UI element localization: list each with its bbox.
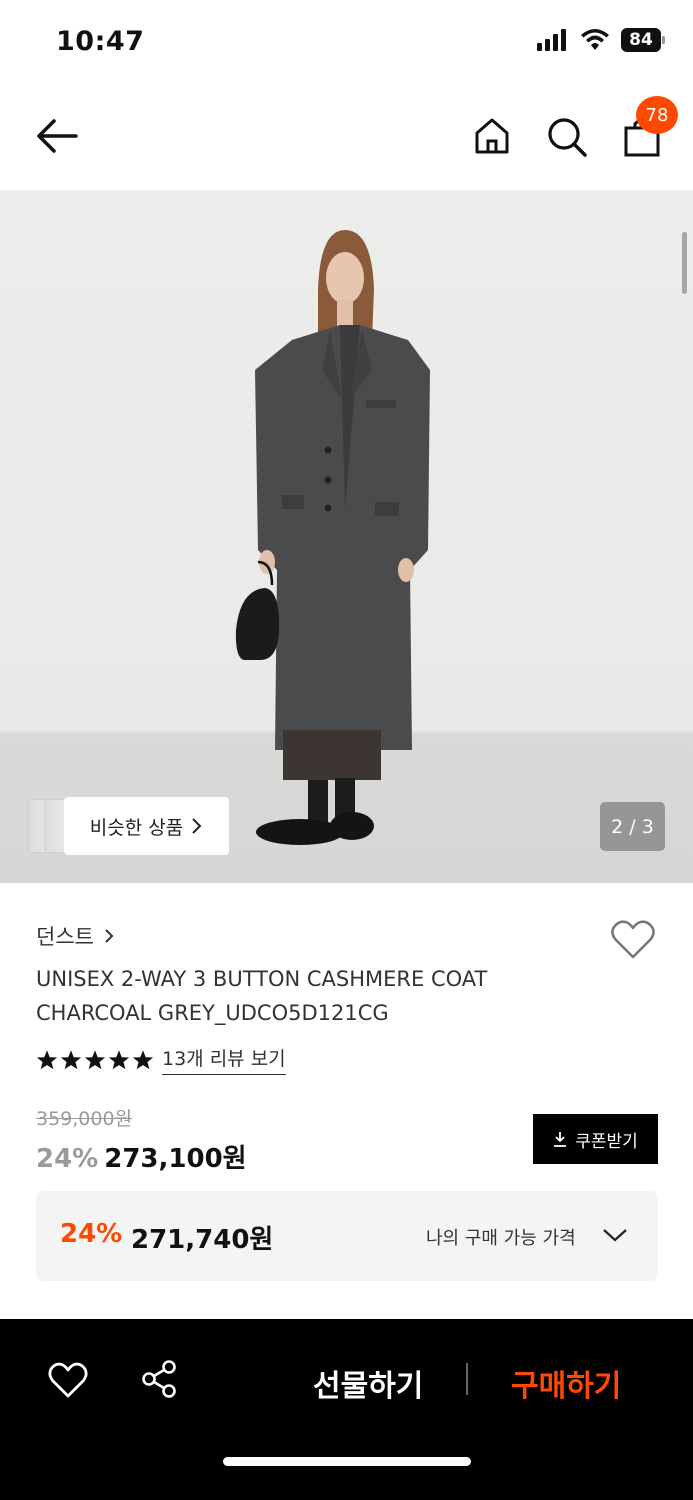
heart-outline-icon[interactable] — [610, 918, 656, 960]
similar-label: 비슷한 상품 — [89, 816, 184, 839]
star-icon — [108, 1049, 130, 1069]
product-title: UNISEX 2-WAY 3 BUTTON CASHMERE COAT CHAR… — [36, 962, 596, 1030]
divider — [466, 1363, 468, 1395]
original-price: 359,000원 — [36, 1108, 133, 1130]
similar-products-button[interactable]: 비슷한 상품 — [28, 797, 229, 855]
product-title-line2: CHARCOAL GREY_UDCO5D121CG — [36, 1001, 389, 1025]
price-row: 24% 273,100원 — [36, 1138, 247, 1175]
product-image[interactable] — [0, 190, 693, 883]
status-icons: 84 — [537, 28, 665, 52]
star-icon — [84, 1049, 106, 1069]
heart-outline-icon[interactable] — [48, 1361, 88, 1399]
wifi-icon — [581, 29, 609, 50]
battery-icon: 84 — [621, 28, 665, 52]
status-time: 10:47 — [56, 26, 145, 57]
coupon-download-button[interactable]: 쿠폰받기 — [533, 1114, 658, 1164]
search-icon[interactable] — [546, 116, 588, 158]
download-icon — [554, 1132, 567, 1147]
home-indicator — [223, 1457, 471, 1466]
product-title-line1: UNISEX 2-WAY 3 BUTTON CASHMERE COAT — [36, 967, 488, 991]
buy-button[interactable]: 구매하기 — [511, 1361, 621, 1405]
discount-rate: 24% — [36, 1144, 99, 1174]
model-photo — [235, 230, 430, 845]
chevron-down-icon[interactable] — [602, 1225, 628, 1245]
brand-name: 던스트 — [36, 925, 94, 949]
rating-row: 13개 리뷰 보기 — [36, 1044, 286, 1075]
star-icon — [36, 1049, 58, 1069]
star-icon — [132, 1049, 154, 1069]
gift-button[interactable]: 선물하기 — [313, 1361, 423, 1405]
star-icon — [60, 1049, 82, 1069]
similar-label-box[interactable]: 비슷한 상품 — [64, 797, 229, 855]
review-link[interactable]: 13개 리뷰 보기 — [162, 1044, 286, 1075]
chevron-right-icon — [192, 818, 202, 834]
status-bar: 10:47 84 — [0, 0, 693, 88]
image-page-counter: 2 / 3 — [600, 802, 665, 851]
cart-count-badge: 78 — [636, 96, 678, 134]
top-nav-bar — [0, 88, 693, 190]
chevron-right-icon — [105, 929, 114, 943]
bottom-action-bar: 선물하기 구매하기 — [0, 1319, 693, 1500]
signal-icon — [537, 29, 566, 51]
my-price-value: 271,740원 — [131, 1225, 274, 1255]
my-price-label: 나의 구매 가능 가격 — [426, 1228, 576, 1249]
back-arrow-icon[interactable] — [34, 116, 80, 156]
share-icon[interactable] — [140, 1359, 178, 1399]
coupon-label: 쿠폰받기 — [575, 1131, 638, 1152]
sale-price: 273,100원 — [104, 1144, 247, 1174]
home-icon[interactable] — [472, 116, 512, 156]
brand-link[interactable]: 던스트 — [36, 921, 114, 951]
star-rating — [36, 1049, 154, 1071]
scroll-indicator — [682, 232, 687, 294]
my-price-rate: 24% — [60, 1219, 123, 1249]
my-price-panel[interactable]: 24% 271,740원 나의 구매 가능 가격 — [36, 1191, 658, 1281]
